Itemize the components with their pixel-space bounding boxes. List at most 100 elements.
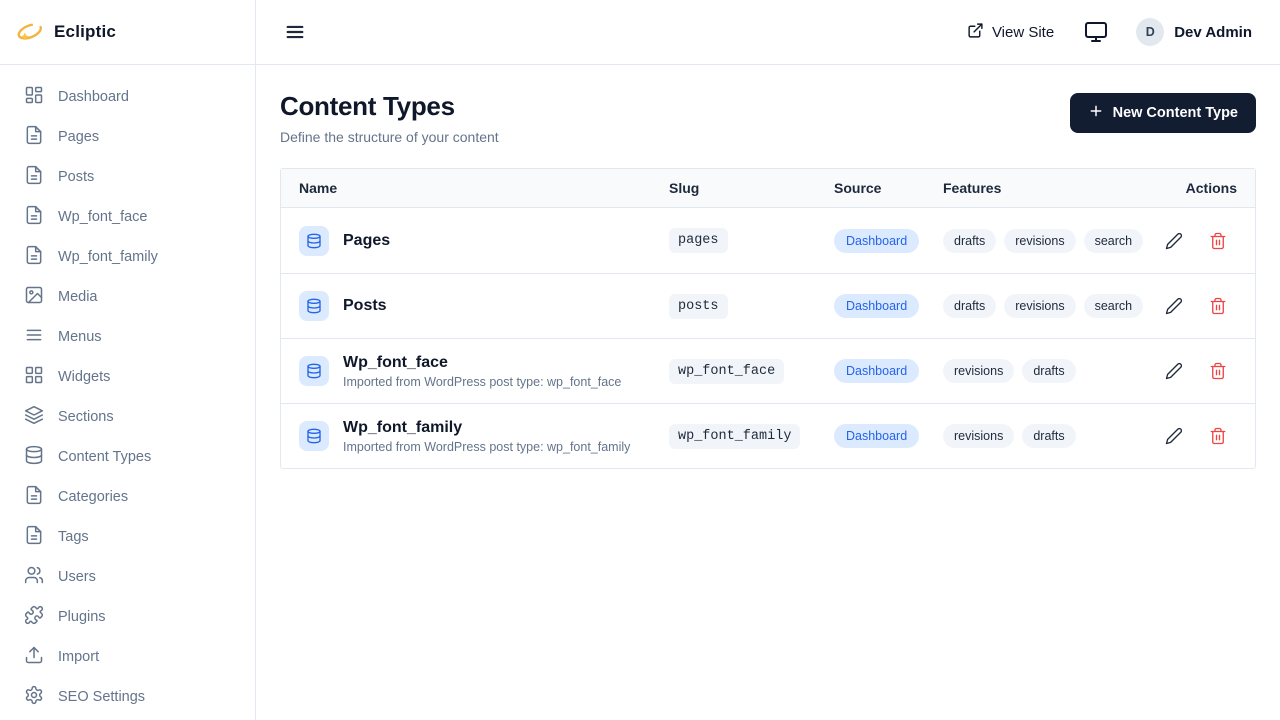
actions-cell [1173,232,1255,250]
actions-cell [1173,297,1255,315]
delete-button[interactable] [1209,297,1227,315]
sidebar-item-label: Dashboard [58,89,129,105]
source-cell: Dashboard [834,424,943,448]
sidebar-item-label: Sections [58,409,114,425]
sidebar-item-label: Wp_font_face [58,209,147,225]
sidebar-item-posts[interactable]: Posts [8,157,247,197]
hamburger-menu-icon[interactable] [284,21,306,43]
feature-pill: search [1084,229,1144,253]
content-type-text: Pages [343,231,390,250]
sidebar-item-users[interactable]: Users [8,557,247,597]
content-type-text: Posts [343,296,387,315]
sidebar-item-label: Import [58,649,99,665]
sidebar-item-label: Pages [58,129,99,145]
content-type-subtitle: Imported from WordPress post type: wp_fo… [343,375,621,389]
column-header-name: Name [281,180,669,196]
sidebar-item-tags[interactable]: Tags [8,517,247,557]
sidebar-item-label: Plugins [58,609,106,625]
sidebar-item-widgets[interactable]: Widgets [8,357,247,397]
content-area: Content Types Define the structure of yo… [256,65,1280,469]
feature-pill: drafts [1022,424,1075,448]
column-header-features: Features [943,180,1173,196]
source-cell: Dashboard [834,294,943,318]
sidebar-item-dashboard[interactable]: Dashboard [8,77,247,117]
layers-icon [24,405,44,429]
topbar-right: View Site D Dev Admin [967,18,1252,46]
database-icon [299,226,329,256]
file-icon [24,165,44,189]
page-title: Content Types [280,91,499,122]
slug-cell: wp_font_family [669,424,834,449]
file-icon [24,525,44,549]
delete-button[interactable] [1209,232,1227,250]
sidebar-item-wp-font-face[interactable]: Wp_font_face [8,197,247,237]
sidebar-item-seo-settings[interactable]: SEO Settings [8,677,247,717]
pencil-icon [1165,362,1183,380]
table-header-row: Name Slug Source Features Actions [281,169,1255,208]
sidebar-item-wp-font-family[interactable]: Wp_font_family [8,237,247,277]
brand-name: Ecliptic [54,22,116,42]
file-icon [24,245,44,269]
trash-icon [1209,362,1227,380]
puzzle-icon [24,605,44,629]
delete-button[interactable] [1209,362,1227,380]
sidebar-item-media[interactable]: Media [8,277,247,317]
delete-button[interactable] [1209,427,1227,445]
sidebar-item-sections[interactable]: Sections [8,397,247,437]
view-site-link[interactable]: View Site [967,22,1054,43]
name-cell: Posts [281,291,669,321]
source-badge: Dashboard [834,294,919,318]
monitor-icon[interactable] [1084,20,1108,44]
content-type-text: Wp_font_face Imported from WordPress pos… [343,353,621,389]
brand: Ecliptic [0,0,255,65]
source-badge: Dashboard [834,229,919,253]
features-cell: revisionsdrafts [943,359,1173,383]
sidebar-item-label: Content Types [58,449,151,465]
gear-icon [24,685,44,709]
edit-button[interactable] [1165,297,1183,315]
sidebar-item-label: SEO Settings [58,689,145,705]
sidebar-item-categories[interactable]: Categories [8,477,247,517]
sidebar-item-label: Widgets [58,369,110,385]
feature-pill: search [1084,294,1144,318]
page-header: Content Types Define the structure of yo… [280,91,1256,145]
file-icon [24,125,44,149]
feature-pill: revisions [943,424,1014,448]
slug-value: pages [669,228,728,253]
edit-button[interactable] [1165,362,1183,380]
main-area: View Site D Dev Admin Content Types Defi… [256,0,1280,720]
source-badge: Dashboard [834,359,919,383]
actions-cell [1173,427,1255,445]
app-window: Ecliptic Dashboard Pages Posts Wp_font_f… [0,0,1280,720]
source-cell: Dashboard [834,229,943,253]
database-icon [299,421,329,451]
content-type-name: Pages [343,231,390,250]
external-link-icon [967,22,984,43]
sidebar-item-label: Users [58,569,96,585]
table-row: Wp_font_face Imported from WordPress pos… [281,338,1255,403]
content-type-subtitle: Imported from WordPress post type: wp_fo… [343,440,630,454]
new-content-type-button[interactable]: New Content Type [1070,93,1256,133]
trash-icon [1209,297,1227,315]
new-content-type-label: New Content Type [1113,105,1238,121]
sidebar-item-plugins[interactable]: Plugins [8,597,247,637]
user-menu[interactable]: D Dev Admin [1136,18,1252,46]
pencil-icon [1165,232,1183,250]
feature-pill: revisions [1004,294,1075,318]
column-header-actions: Actions [1173,180,1255,196]
edit-button[interactable] [1165,427,1183,445]
edit-button[interactable] [1165,232,1183,250]
feature-pill: revisions [1004,229,1075,253]
pencil-icon [1165,427,1183,445]
slug-cell: wp_font_face [669,359,834,384]
sidebar-item-pages[interactable]: Pages [8,117,247,157]
sidebar-item-content-types[interactable]: Content Types [8,437,247,477]
table-row: Posts posts Dashboard draftsrevisionssea… [281,273,1255,338]
trash-icon [1209,232,1227,250]
features-cell: draftsrevisionssearch [943,294,1173,318]
table-body: Pages pages Dashboard drafts revisions sea… [281,208,1255,468]
sidebar-item-import[interactable]: Import [8,637,247,677]
content-type-name: Wp_font_family [343,418,630,437]
name-cell: Wp_font_face Imported from WordPress pos… [281,353,669,389]
sidebar-item-menus[interactable]: Menus [8,317,247,357]
